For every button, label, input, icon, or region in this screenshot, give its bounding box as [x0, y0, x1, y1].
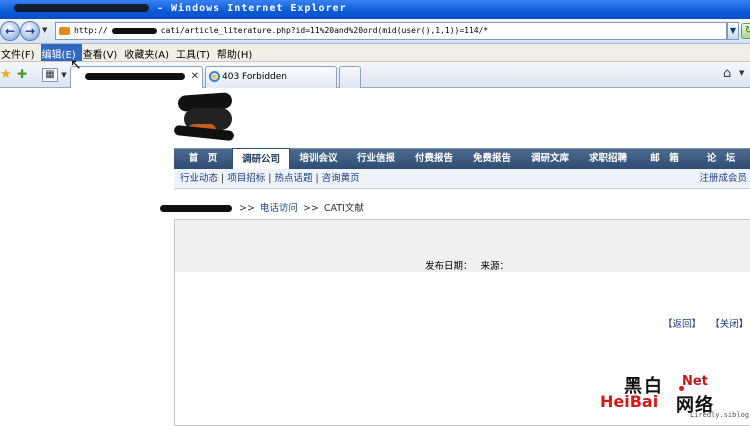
- source-label: 来源：: [480, 261, 510, 272]
- menu-view[interactable]: 查看(V): [82, 44, 124, 61]
- refresh-icon[interactable]: ↻: [741, 23, 750, 39]
- tab-forbidden[interactable]: e 403 Forbidden: [205, 66, 337, 88]
- favorites-star-icon[interactable]: ★: [0, 68, 12, 81]
- nav-industry[interactable]: 行业信报: [347, 149, 405, 169]
- address-toolbar: ← → ▼ http:// cati/article_literature.php…: [0, 19, 750, 44]
- redacted-scribble: [85, 73, 185, 80]
- redacted-scribble: [160, 205, 232, 212]
- tab-current[interactable]: ✕: [70, 66, 203, 89]
- subnav-hot-topics[interactable]: 热点话题: [274, 173, 312, 184]
- forward-arrow-icon: →: [24, 24, 36, 38]
- url-suffix: cati/article_literature.php?id=11%20and%…: [160, 26, 489, 35]
- nav-forum[interactable]: 论 坛: [692, 149, 750, 169]
- subnav-yellow-pages[interactable]: 咨询黄页: [322, 173, 360, 184]
- article-actions: 【返回】 【关闭】: [663, 316, 750, 330]
- nav-mail[interactable]: 邮 箱: [637, 149, 692, 169]
- redacted-scribble: [111, 27, 157, 34]
- page-viewport: 首 页 调研公司 培训会议 行业信报 付费报告 免费报告 调研文库 求职招聘 邮…: [0, 58, 750, 426]
- article-header: 发布日期： 来源：: [175, 220, 750, 272]
- subnav-tenders[interactable]: 项目招标: [227, 173, 265, 184]
- home-dropdown-icon[interactable]: ▼: [739, 69, 744, 77]
- separator: |: [221, 173, 225, 184]
- separator: |: [268, 173, 272, 184]
- menu-bar: 文件(F) 编辑(E) 查看(V) 收藏夹(A) 工具(T) 帮助(H): [0, 44, 750, 62]
- close-tab-icon[interactable]: ✕: [191, 67, 199, 87]
- close-link[interactable]: 【关闭】: [715, 319, 748, 330]
- breadcrumb-current: CATI文献: [323, 203, 364, 214]
- status-text: Liredly.siblog: [690, 411, 750, 419]
- nav-paid-reports[interactable]: 付费报告: [405, 149, 463, 169]
- redacted-scribble: [14, 4, 149, 12]
- breadcrumb-sep: >>: [239, 203, 255, 214]
- forward-button[interactable]: →: [20, 21, 40, 41]
- main-navigation: 首 页 调研公司 培训会议 行业信报 付费报告 免费报告 调研文库 求职招聘 邮…: [174, 148, 750, 169]
- nav-home[interactable]: 首 页: [174, 149, 232, 169]
- breadcrumb-phone-survey[interactable]: 电话访问: [260, 203, 298, 214]
- breadcrumb: >> 电话访问 >> CATI文献: [160, 202, 364, 216]
- window-title-bar: - Windows Internet Explorer: [0, 0, 750, 19]
- menu-file[interactable]: 文件(F): [0, 44, 41, 61]
- menu-favorites[interactable]: 收藏夹(A): [123, 44, 175, 61]
- window-title: - Windows Internet Explorer: [157, 3, 347, 14]
- breadcrumb-sep: >>: [302, 203, 319, 214]
- article-meta: 发布日期： 来源：: [425, 258, 517, 272]
- watermark-heibai: HeiBai: [600, 392, 659, 411]
- publish-date-label: 发布日期：: [425, 261, 473, 272]
- site-logo[interactable]: [172, 92, 242, 146]
- mouse-cursor-icon: ↖: [70, 57, 82, 73]
- new-tab-button[interactable]: [339, 66, 361, 88]
- nav-free-reports[interactable]: 免费报告: [463, 149, 521, 169]
- menu-help[interactable]: 帮助(H): [216, 44, 258, 61]
- subnav-industry-news[interactable]: 行业动态: [180, 173, 218, 184]
- tab-forbidden-title: 403 Forbidden: [222, 72, 287, 82]
- nav-training[interactable]: 培训会议: [290, 149, 347, 169]
- back-link[interactable]: 【返回】: [663, 319, 701, 330]
- nav-research-companies[interactable]: 调研公司: [232, 148, 290, 169]
- back-button[interactable]: ←: [0, 21, 20, 41]
- home-icon[interactable]: ⌂: [723, 67, 731, 81]
- add-favorite-icon[interactable]: ✚: [17, 68, 27, 81]
- address-input[interactable]: http:// cati/article_literature.php?id=11…: [55, 22, 727, 40]
- quick-tabs-icon[interactable]: ▦: [42, 68, 58, 82]
- tab-bar: ★ ✚ ▦ ▼ ✕ e 403 Forbidden ⌂ ▼: [0, 62, 750, 89]
- site-favicon-icon: [59, 27, 70, 35]
- nav-research-library[interactable]: 调研文库: [521, 149, 579, 169]
- separator: |: [315, 173, 319, 184]
- ie-icon: e: [209, 71, 220, 82]
- sub-navigation: 行业动态 | 项目招标 | 热点话题 | 咨询黄页 注册成会员: [174, 169, 750, 189]
- back-arrow-icon: ←: [4, 24, 16, 38]
- history-dropdown-icon[interactable]: ▼: [42, 26, 50, 34]
- register-link[interactable]: 注册成会员: [699, 169, 747, 189]
- nav-jobs[interactable]: 求职招聘: [579, 149, 637, 169]
- menu-tools[interactable]: 工具(T): [175, 44, 216, 61]
- url-prefix: http://: [74, 26, 108, 35]
- address-dropdown-icon[interactable]: ▼: [727, 22, 739, 40]
- tab-list-dropdown-icon[interactable]: ▼: [59, 68, 69, 82]
- heibai-watermark: 黑白 Net HeiBai 网络: [596, 372, 746, 416]
- watermark-net: Net: [682, 374, 708, 389]
